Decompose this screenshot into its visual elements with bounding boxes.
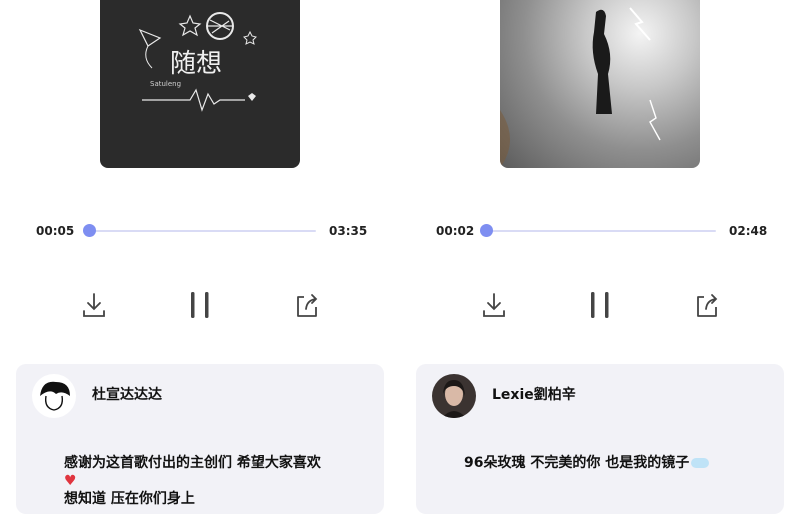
heart-icon: ♥ [64, 473, 77, 489]
pause-button[interactable] [187, 291, 213, 319]
elapsed-time: 00:02 [436, 224, 475, 238]
download-icon [83, 293, 105, 317]
comment-line: 想知道 压在你们身上 [64, 491, 195, 507]
download-icon [483, 293, 505, 317]
progress-track[interactable] [490, 230, 716, 232]
comment-line: 感谢为这首歌付出的主创们 希望大家喜欢 [64, 455, 321, 471]
duration-time: 03:35 [329, 224, 368, 238]
avatar-portrait-icon [432, 374, 476, 418]
download-button[interactable] [481, 291, 507, 319]
comment-card: Lexie劉柏辛 96朵玫瑰 不完美的你 也是我的镜子 [416, 364, 784, 514]
pause-button[interactable] [587, 291, 613, 319]
avatar[interactable] [432, 374, 476, 418]
elapsed-time: 00:05 [36, 224, 75, 238]
chalkboard-art: 随想 Satuleng [138, 12, 257, 112]
comment-card: 杜宣达达达 感谢为这首歌付出的主创们 希望大家喜欢 ♥ 想知道 压在你们身上 [16, 364, 384, 514]
avatar-sketch-icon [32, 374, 76, 418]
progress-knob[interactable] [83, 224, 96, 237]
cloud-emoji-icon [691, 458, 710, 468]
album-cover[interactable]: 随想 Satuleng [100, 0, 300, 168]
comment-line: 96朵玫瑰 不完美的你 也是我的镜子 [464, 455, 690, 471]
share-button[interactable] [694, 291, 720, 319]
pause-icon [591, 292, 609, 318]
share-icon [697, 294, 718, 317]
duration-time: 02:48 [729, 224, 768, 238]
download-button[interactable] [81, 291, 107, 319]
comment-username[interactable]: 杜宣达达达 [92, 384, 162, 404]
avatar[interactable] [32, 374, 76, 418]
player-left: 随想 Satuleng 00:05 03:35 杜宣达达达 感谢为这首歌付出的主… [0, 0, 400, 514]
comment-text: 96朵玫瑰 不完美的你 也是我的镜子 [464, 454, 710, 472]
cover-title-text: 随想 [170, 49, 222, 79]
share-icon [297, 294, 318, 317]
album-cover[interactable] [500, 0, 700, 168]
share-button[interactable] [294, 291, 320, 319]
progress-track[interactable] [90, 230, 316, 232]
progress-knob[interactable] [480, 224, 493, 237]
cover-subtitle-text: Satuleng [150, 80, 181, 88]
pause-icon [191, 292, 209, 318]
player-right: 00:02 02:48 Lexie劉柏辛 96朵玫瑰 不完美的你 也是我的镜子 [400, 0, 800, 514]
figure-photo-art [500, 7, 661, 168]
comment-username[interactable]: Lexie劉柏辛 [492, 384, 576, 404]
